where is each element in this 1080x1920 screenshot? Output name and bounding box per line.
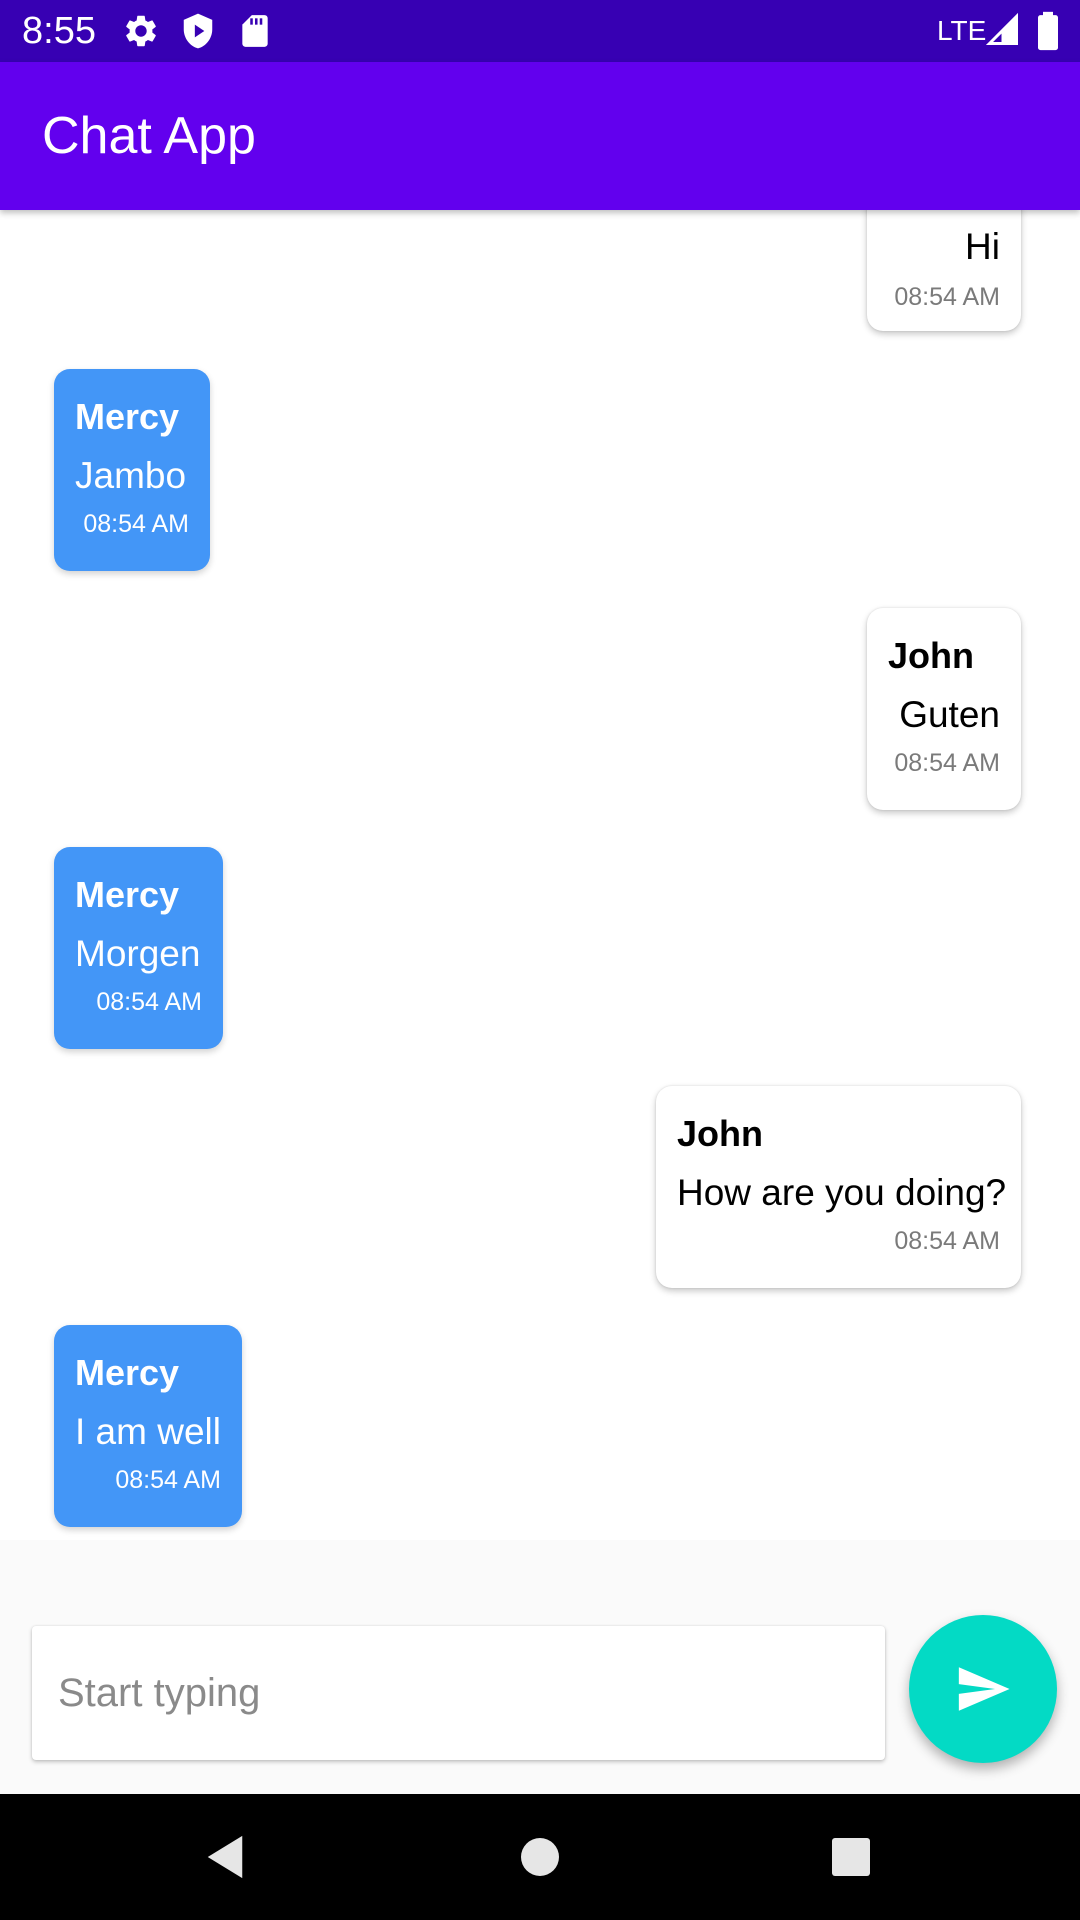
message-bubble-incoming[interactable]: Mercy I am well 08:54 AM	[54, 1325, 242, 1527]
back-button[interactable]	[192, 1824, 258, 1890]
message-time: 08:54 AM	[115, 1466, 221, 1494]
message-text: Guten	[899, 694, 1000, 735]
recents-button[interactable]	[818, 1824, 884, 1890]
settings-icon	[122, 12, 160, 50]
app-bar: Chat App	[0, 62, 1080, 210]
send-icon	[954, 1660, 1012, 1718]
message-text: Hi	[965, 226, 1000, 267]
message-text: I am well	[75, 1411, 221, 1452]
message-sender: Mercy	[75, 1352, 180, 1393]
status-time: 8:55	[22, 10, 96, 52]
message-time: 08:54 AM	[894, 1227, 1000, 1255]
message-list[interactable]: Hi 08:54 AM Mercy Jambo 08:54 AM John Gu…	[0, 210, 1080, 1540]
home-button[interactable]	[507, 1824, 573, 1890]
message-time: 08:54 AM	[894, 749, 1000, 777]
message-sender: Mercy	[75, 874, 180, 915]
send-button[interactable]	[909, 1615, 1057, 1763]
home-icon	[520, 1837, 560, 1877]
battery-icon	[1033, 11, 1071, 51]
signal-icon	[985, 12, 1023, 50]
message-text: How are you doing?	[677, 1172, 1007, 1213]
message-sender: John	[677, 1113, 763, 1154]
chat-screen: 8:55 LTE Chat App Hi 08:54 AM Mercy Jamb…	[0, 0, 1080, 1920]
message-time: 08:54 AM	[894, 283, 1000, 311]
message-time: 08:54 AM	[96, 988, 202, 1016]
composer-bar	[0, 1540, 1080, 1794]
recents-icon	[831, 1837, 871, 1877]
message-sender: John	[888, 635, 974, 676]
app-title: Chat App	[42, 107, 256, 165]
message-bubble-outgoing[interactable]: John Guten 08:54 AM	[867, 608, 1021, 810]
system-nav-bar	[0, 1794, 1080, 1920]
sd-card-icon	[236, 12, 274, 50]
network-type: LTE	[937, 15, 987, 46]
back-icon	[203, 1834, 247, 1880]
message-bubble-incoming[interactable]: Mercy Morgen 08:54 AM	[54, 847, 223, 1049]
message-sender: Mercy	[75, 396, 180, 437]
message-text: Morgen	[75, 933, 201, 974]
message-bubble-outgoing[interactable]: John How are you doing? 08:54 AM	[656, 1086, 1021, 1288]
shield-play-icon	[179, 12, 217, 50]
message-bubble-outgoing[interactable]: Hi 08:54 AM	[867, 210, 1021, 331]
message-text: Jambo	[75, 455, 187, 496]
message-bubble-incoming[interactable]: Mercy Jambo 08:54 AM	[54, 369, 210, 571]
message-time: 08:54 AM	[83, 510, 189, 538]
status-bar: 8:55 LTE	[0, 0, 1080, 62]
message-input[interactable]	[32, 1626, 885, 1760]
